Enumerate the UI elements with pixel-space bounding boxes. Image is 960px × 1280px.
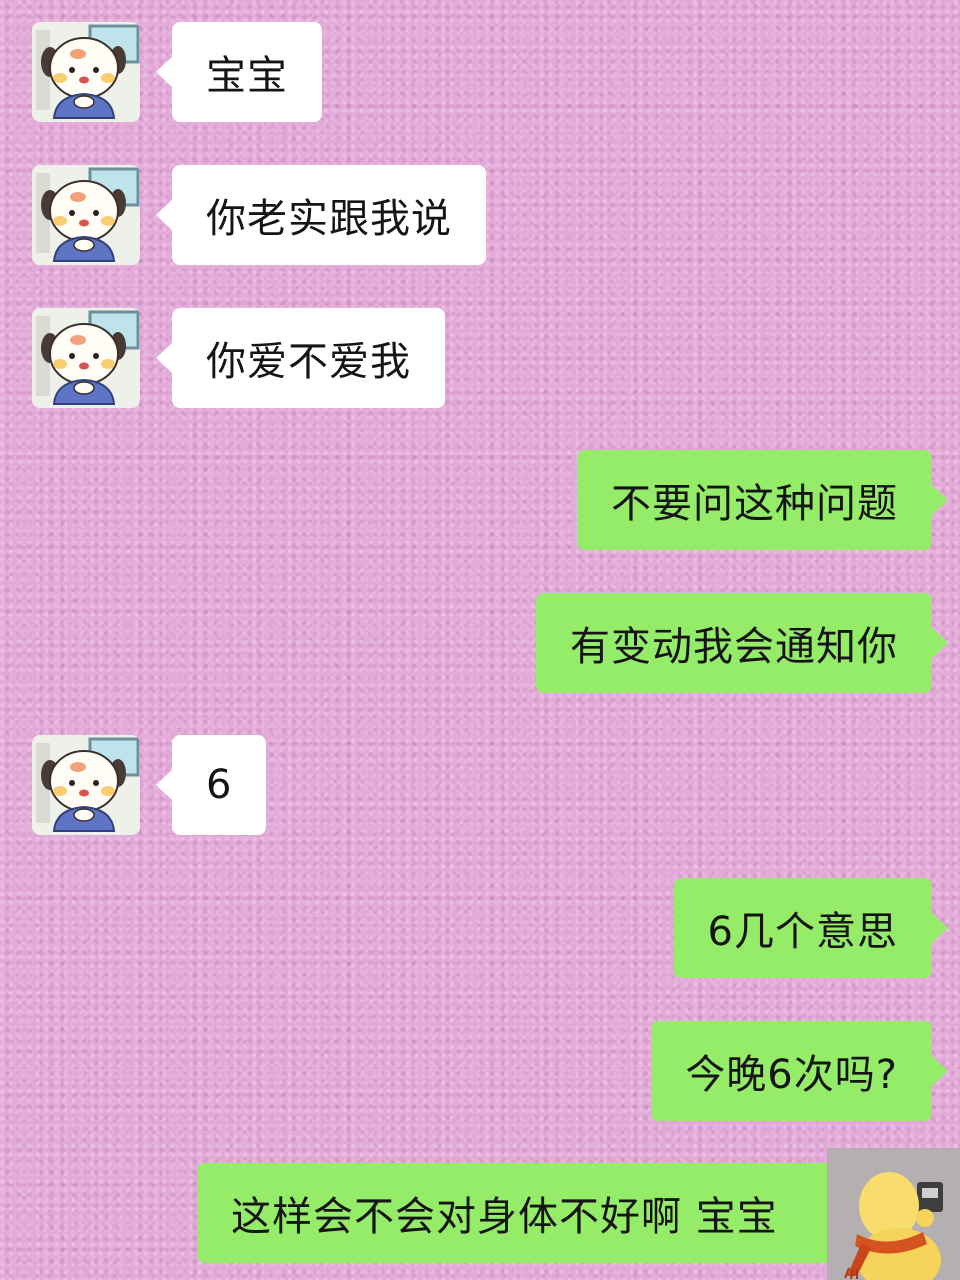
message-bubble[interactable]: 宝宝 (156, 22, 322, 122)
message-received: 宝宝 (32, 22, 322, 122)
message-sent: 今晚6次吗? (651, 1021, 948, 1121)
puppy-avatar-icon (32, 735, 140, 835)
message-received: 6 (32, 735, 267, 835)
puppy-avatar-icon (32, 22, 140, 122)
puppy-avatar-icon (32, 308, 140, 408)
message-bubble[interactable]: 你老实跟我说 (156, 165, 486, 265)
chat-area[interactable]: 宝宝 你老实跟我说 你爱不爱我 不要问这种问题 有变动我会通知你 6 6几个意思… (0, 0, 960, 1280)
message-sent: 有变动我会通知你 (536, 593, 948, 693)
message-bubble[interactable]: 有变动我会通知你 (536, 593, 948, 693)
contact-avatar[interactable] (32, 735, 140, 835)
message-bubble[interactable]: 不要问这种问题 (577, 450, 948, 550)
contact-avatar[interactable] (32, 22, 140, 122)
contact-avatar[interactable] (32, 308, 140, 408)
message-bubble[interactable]: 6 (155, 735, 267, 835)
self-avatar[interactable] (827, 1148, 960, 1280)
contact-avatar[interactable] (32, 165, 140, 265)
message-sent: 这样会不会对身体不好啊 宝宝 (197, 1163, 948, 1263)
message-sent: 6几个意思 (673, 878, 949, 978)
message-bubble[interactable]: 你爱不爱我 (156, 308, 445, 408)
message-bubble[interactable]: 这样会不会对身体不好啊 宝宝 (197, 1163, 948, 1263)
message-received: 你爱不爱我 (32, 308, 445, 408)
puppy-avatar-icon (32, 165, 140, 265)
yellow-chick-avatar-icon (827, 1148, 960, 1280)
message-bubble[interactable]: 6几个意思 (673, 878, 949, 978)
message-bubble[interactable]: 今晚6次吗? (651, 1021, 948, 1121)
message-sent: 不要问这种问题 (577, 450, 948, 550)
message-received: 你老实跟我说 (32, 165, 486, 265)
